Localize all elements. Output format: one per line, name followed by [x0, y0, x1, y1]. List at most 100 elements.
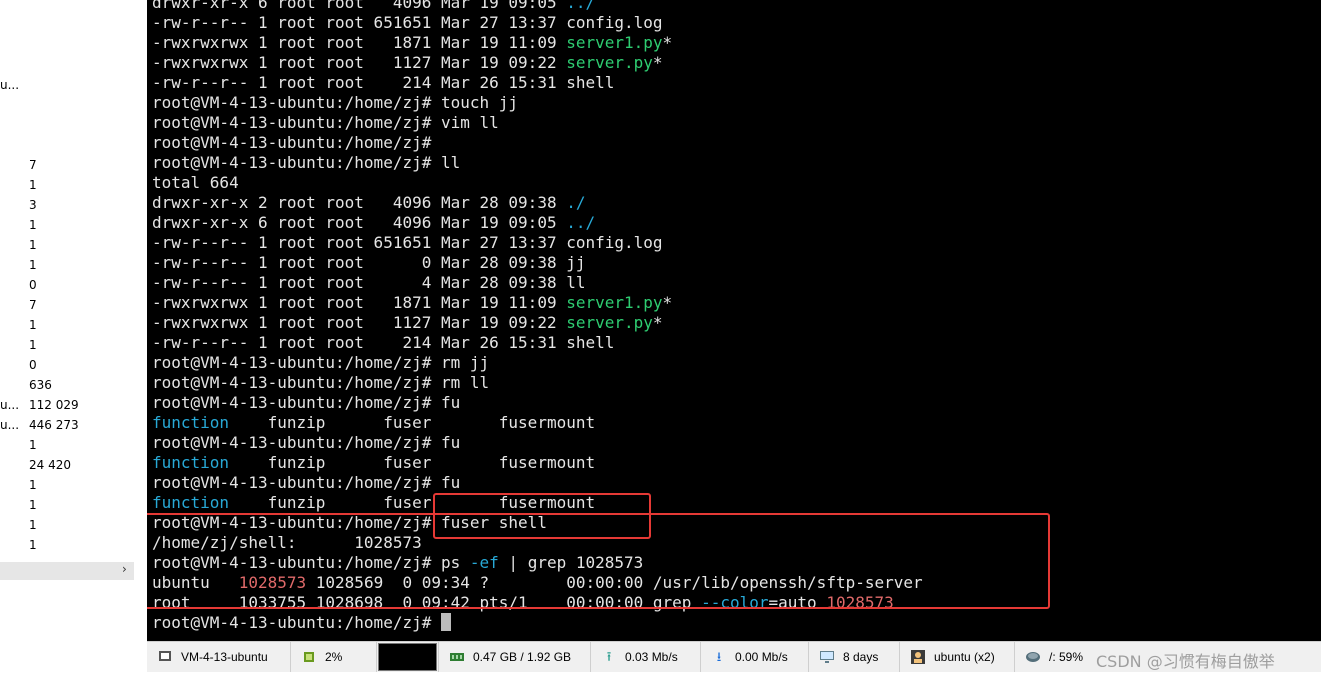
left-panel-value: 24 420: [29, 458, 71, 472]
uptime-segment: 8 days: [809, 642, 900, 672]
terminal-text: root@VM-4-13-ubuntu:/home/zj#: [152, 133, 432, 152]
expand-arrow-icon[interactable]: ›: [122, 562, 127, 576]
cpu-usage: 2%: [325, 650, 343, 664]
memory-segment: 0.47 GB / 1.92 GB: [439, 642, 591, 672]
terminal-text: *: [652, 53, 663, 72]
prompt-text: root@VM-4-13-ubuntu:/home/zj#: [152, 613, 432, 632]
left-panel-value: 1: [29, 338, 37, 352]
left-panel-value: 7: [29, 158, 37, 172]
terminal-text: server1.py: [566, 293, 663, 312]
terminal-text: root@VM-4-13-ubuntu:/home/zj# rm jj: [152, 353, 490, 372]
terminal-text: -rwxrwxrwx 1 root root 1871 Mar 19 11:09: [152, 33, 567, 52]
terminal-text: root@VM-4-13-ubuntu:/home/zj# fu: [152, 433, 461, 452]
left-panel-value: 3: [29, 198, 37, 212]
terminal-line: -rw-r--r-- 1 root root 4 Mar 28 09:38 ll: [152, 273, 585, 293]
terminal-line: root@VM-4-13-ubuntu:/home/zj# fu: [152, 433, 460, 453]
left-panel-value: 112 029: [29, 398, 79, 412]
left-panel-value: 7: [29, 298, 37, 312]
upload-arrow-icon: ⭱: [606, 649, 612, 664]
terminal-text: drwxr-xr-x 2 root root 4096 Mar 28 09:38: [152, 193, 567, 212]
terminal-line: root@VM-4-13-ubuntu:/home/zj# vim ll: [152, 113, 499, 133]
download-arrow-icon: ⭳: [716, 649, 722, 664]
terminal-line: drwxr-xr-x 6 root root 4096 Mar 19 09:05…: [152, 0, 595, 13]
cpu-segment: 2%: [291, 642, 377, 672]
session-segment[interactable]: VM-4-13-ubuntu: [147, 642, 291, 672]
terminal-text: ../: [566, 213, 596, 232]
terminal-text: -rw-r--r-- 1 root root 0 Mar 28 09:38 jj: [152, 253, 586, 272]
terminal-line: -rwxrwxrwx 1 root root 1127 Mar 19 09:22…: [152, 53, 663, 73]
terminal-line: drwxr-xr-x 2 root root 4096 Mar 28 09:38…: [152, 193, 585, 213]
highlight-box-large: [147, 513, 1050, 609]
terminal-text: *: [652, 313, 663, 332]
terminal-text: *: [662, 293, 673, 312]
users-segment: ubuntu (x2): [900, 642, 1015, 672]
terminal-current-prompt[interactable]: root@VM-4-13-ubuntu:/home/zj#: [152, 613, 451, 633]
terminal-text: server.py: [566, 313, 653, 332]
monitor-icon: [819, 649, 835, 665]
terminal-text: ../: [566, 0, 596, 12]
terminal-text: *: [662, 33, 673, 52]
download-speed: 0.00 Mb/s: [735, 650, 788, 664]
left-panel-value: 1: [29, 538, 37, 552]
memory-usage: 0.47 GB / 1.92 GB: [473, 650, 572, 664]
left-panel-value: 0: [29, 278, 37, 292]
terminal-text: function: [152, 413, 230, 432]
left-side-panel: › 7 1 3 1 1 1 0 7 1 1 0 636 112 029 446 273 1 24 420 1 1 1…: [0, 0, 147, 641]
left-panel-value: 1: [29, 478, 37, 492]
download-segment: ⭳ 0.00 Mb/s: [701, 642, 809, 672]
terminal-line: -rw-r--r-- 1 root root 651651 Mar 27 13:…: [152, 13, 663, 33]
terminal-line: -rwxrwxrwx 1 root root 1127 Mar 19 09:22…: [152, 313, 663, 333]
terminal-text: ./: [566, 193, 586, 212]
terminal-text: funzip fuser fusermount: [229, 453, 596, 472]
terminal-text: -rw-r--r-- 1 root root 214 Mar 26 15:31 …: [152, 73, 615, 92]
terminal-line: root@VM-4-13-ubuntu:/home/zj# rm jj: [152, 353, 489, 373]
terminal-window[interactable]: drwxr-xr-x 6 root root 4096 Mar 19 09:05…: [147, 0, 1321, 641]
terminal-text: funzip fuser fusermount: [229, 413, 596, 432]
terminal-text: -rw-r--r-- 1 root root 651651 Mar 27 13:…: [152, 13, 663, 32]
terminal-text: function: [152, 453, 230, 472]
terminal-text: drwxr-xr-x 6 root root 4096 Mar 19 09:05: [152, 213, 567, 232]
left-panel-value: 446 273: [29, 418, 79, 432]
terminal-text: root@VM-4-13-ubuntu:/home/zj# fu: [152, 393, 461, 412]
terminal-line: function funzip fuser fusermount: [152, 453, 595, 473]
terminal-line: -rw-r--r-- 1 root root 0 Mar 28 09:38 jj: [152, 253, 585, 273]
terminal-line: function funzip fuser fusermount: [152, 413, 595, 433]
disk-icon: [1025, 649, 1041, 665]
selected-row[interactable]: [0, 562, 134, 580]
terminal-line: root@VM-4-13-ubuntu:/home/zj# rm ll: [152, 373, 489, 393]
left-panel-truncated-label: u...: [0, 398, 20, 412]
terminal-line: -rwxrwxrwx 1 root root 1871 Mar 19 11:09…: [152, 33, 672, 53]
terminal-text: root@VM-4-13-ubuntu:/home/zj# vim ll: [152, 113, 499, 132]
terminal-line: -rw-r--r-- 1 root root 214 Mar 26 15:31 …: [152, 73, 614, 93]
terminal-text: root@VM-4-13-ubuntu:/home/zj# rm ll: [152, 373, 490, 392]
disk-usage: /: 59%: [1049, 650, 1084, 664]
left-panel-truncated-label: u...: [0, 418, 20, 432]
cpu-graph: [377, 642, 439, 672]
terminal-text: drwxr-xr-x 6 root root 4096 Mar 19 09:05: [152, 0, 567, 12]
cpu-icon: [301, 649, 317, 665]
left-panel-value: 1: [29, 498, 37, 512]
terminal-line: root@VM-4-13-ubuntu:/home/zj# fu: [152, 473, 460, 493]
terminal-text: root@VM-4-13-ubuntu:/home/zj# touch jj: [152, 93, 519, 112]
server-icon: [157, 649, 173, 665]
left-panel-value: 636: [29, 378, 52, 392]
users-value: ubuntu (x2): [934, 650, 995, 664]
user-icon: [910, 649, 926, 665]
terminal-line: drwxr-xr-x 6 root root 4096 Mar 19 09:05…: [152, 213, 595, 233]
left-panel-value: 1: [29, 258, 37, 272]
terminal-text: server1.py: [566, 33, 663, 52]
left-panel-value: 1: [29, 318, 37, 332]
left-panel-value: 1: [29, 218, 37, 232]
terminal-text: total 664: [152, 173, 239, 192]
session-name: VM-4-13-ubuntu: [181, 650, 268, 664]
terminal-line: -rwxrwxrwx 1 root root 1871 Mar 19 11:09…: [152, 293, 672, 313]
terminal-line: root@VM-4-13-ubuntu:/home/zj# fu: [152, 393, 460, 413]
terminal-text: root@VM-4-13-ubuntu:/home/zj# ll: [152, 153, 461, 172]
terminal-line: root@VM-4-13-ubuntu:/home/zj# touch jj: [152, 93, 518, 113]
left-panel-truncated-label: u...: [0, 78, 20, 92]
terminal-text: root@VM-4-13-ubuntu:/home/zj# fu: [152, 473, 461, 492]
terminal-line: -rw-r--r-- 1 root root 651651 Mar 27 13:…: [152, 233, 663, 253]
watermark: CSDN @习惯有梅自傲举: [1096, 652, 1275, 671]
terminal-text: -rwxrwxrwx 1 root root 1127 Mar 19 09:22: [152, 53, 567, 72]
terminal-line: total 664: [152, 173, 239, 193]
